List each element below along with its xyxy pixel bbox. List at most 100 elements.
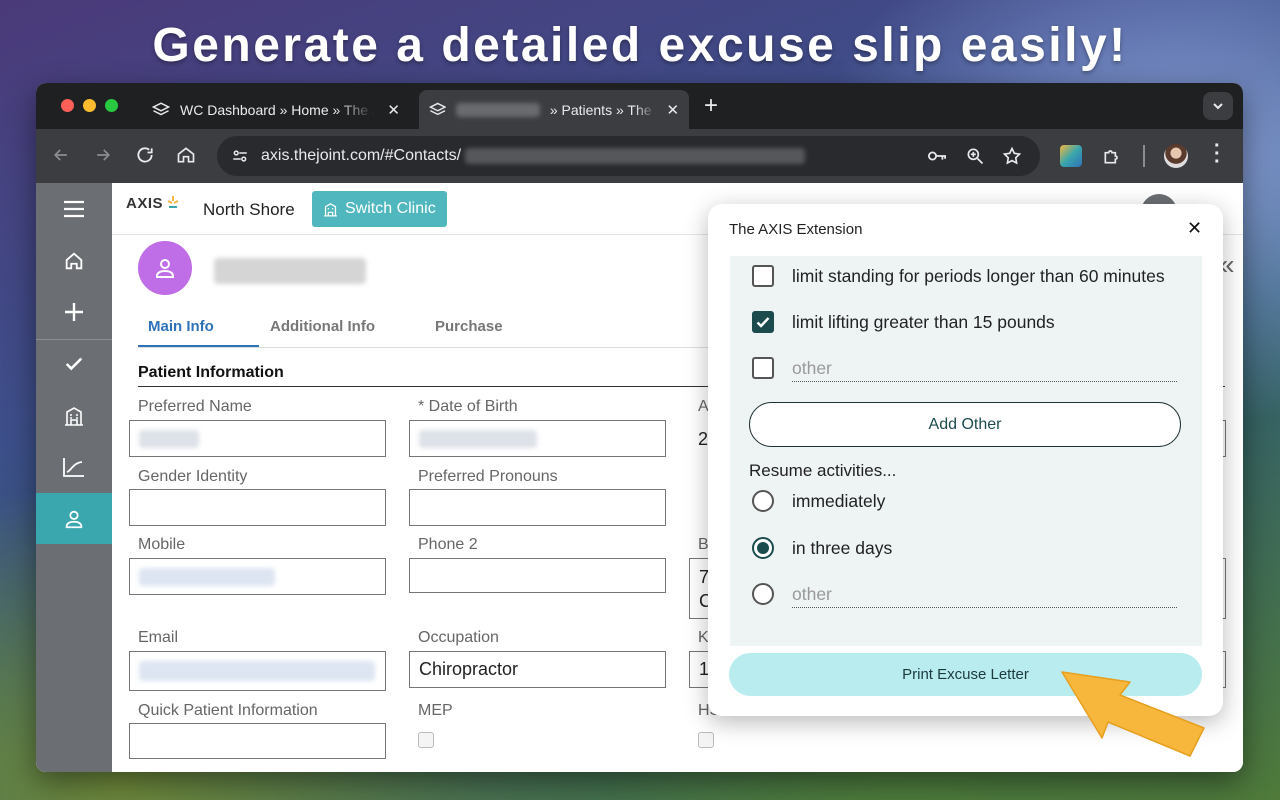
patient-avatar (138, 241, 192, 295)
building-icon[interactable] (36, 390, 112, 441)
extensions-puzzle-icon[interactable] (1102, 146, 1122, 166)
restriction-lifting-label: limit lifting greater than 15 pounds (792, 311, 1055, 332)
resume-other-input[interactable]: other (792, 582, 1177, 608)
tab-title: WC Dashboard » Home » The Joint (180, 101, 375, 118)
add-other-button[interactable]: Add Other (749, 402, 1181, 447)
preferred-name-field[interactable] (129, 420, 386, 457)
phone2-label: Phone 2 (418, 536, 478, 553)
resume-other-radio[interactable] (752, 583, 774, 605)
close-tab-icon[interactable]: ✕ (666, 101, 679, 119)
zoom-icon[interactable] (965, 146, 985, 166)
dob-label: * Date of Birth (418, 398, 518, 415)
axis-extension-icon[interactable] (1060, 145, 1082, 167)
new-tab-button[interactable]: + (704, 92, 718, 120)
mobile-field[interactable] (129, 558, 386, 595)
pronouns-field[interactable] (409, 489, 666, 526)
switch-clinic-label: Switch Clinic (345, 200, 436, 217)
resume-three-days-label: in three days (792, 537, 893, 558)
forward-icon[interactable] (93, 145, 113, 165)
browser-tab-patients[interactable]: » Patients » The Joint ✕ (419, 90, 689, 129)
tab-title: » Patients » The Joint (549, 101, 657, 118)
restriction-standing-label: limit standing for periods longer than 6… (792, 265, 1165, 286)
site-settings-icon[interactable] (231, 147, 249, 165)
quick-info-field[interactable] (129, 723, 386, 759)
layers-icon (429, 102, 447, 115)
address-bar[interactable]: axis.thejoint.com/#Contacts/ (217, 136, 1040, 176)
popup-close-icon[interactable]: ✕ (1187, 218, 1202, 239)
logo-text: AXIS (126, 195, 164, 212)
switch-clinic-button[interactable]: Switch Clinic (312, 191, 447, 227)
occupation-value: Chiropractor (419, 659, 519, 679)
url-text: axis.thejoint.com/#Contacts/ (261, 147, 462, 164)
redacted-url (465, 148, 806, 164)
plus-icon[interactable] (36, 286, 112, 337)
building-icon (324, 202, 337, 217)
preferred-name-label: Preferred Name (138, 398, 252, 415)
user-icon[interactable] (36, 493, 112, 544)
bookmark-star-icon[interactable] (1002, 146, 1022, 166)
resume-three-days-radio[interactable] (752, 537, 774, 559)
side-rail (36, 183, 112, 772)
restriction-lifting-checkbox[interactable] (752, 311, 774, 333)
gender-field[interactable] (129, 489, 386, 526)
pointer-arrow-icon (1061, 671, 1205, 757)
tab-main-info[interactable]: Main Info (148, 318, 214, 335)
age-value: 2 (698, 429, 709, 449)
tab-purchase[interactable]: Purchase (435, 318, 503, 335)
axis-extension-popup: The AXIS Extension ✕ limit standing for … (708, 204, 1223, 716)
logo-mark-icon (167, 196, 179, 208)
restriction-standing[interactable]: limit standing for periods longer than 6… (752, 265, 1165, 287)
email-field[interactable] (129, 651, 386, 691)
check-icon (756, 317, 770, 328)
gender-label: Gender Identity (138, 468, 248, 485)
clinic-name: North Shore (203, 200, 295, 219)
resume-three-days[interactable]: in three days (752, 537, 892, 559)
resume-activities-label: Resume activities... (749, 461, 897, 480)
home-icon[interactable] (176, 145, 196, 165)
minimize-window-button[interactable] (83, 99, 96, 112)
user-icon (156, 259, 174, 278)
layers-icon (152, 101, 170, 115)
mobile-label: Mobile (138, 536, 186, 553)
chevron-down-icon (1213, 103, 1223, 110)
dob-field[interactable] (409, 420, 666, 457)
check-icon[interactable] (36, 338, 112, 389)
email-label: Email (138, 629, 179, 646)
reload-icon[interactable] (135, 145, 155, 165)
tab-additional-info[interactable]: Additional Info (270, 318, 375, 335)
hs-checkbox[interactable] (698, 732, 714, 748)
redacted-text (456, 102, 540, 117)
back-icon[interactable] (51, 145, 71, 165)
toolbar-divider (1143, 145, 1145, 167)
close-tab-icon[interactable]: ✕ (387, 101, 400, 119)
restriction-other-checkbox[interactable] (752, 357, 774, 379)
axis-logo: AXIS (126, 195, 181, 212)
redacted-patient-name (214, 258, 366, 284)
occupation-field[interactable]: Chiropractor (409, 651, 666, 688)
restriction-standing-checkbox[interactable] (752, 265, 774, 287)
restriction-lifting[interactable]: limit lifting greater than 15 pounds (752, 311, 1055, 333)
resume-immediately[interactable]: immediately (752, 490, 885, 512)
mep-checkbox[interactable] (418, 732, 434, 748)
resume-other[interactable] (752, 583, 792, 605)
mep-label: MEP (418, 702, 453, 719)
section-title: Patient Information (138, 364, 284, 381)
tab-search-button[interactable] (1203, 92, 1233, 120)
key-icon[interactable] (926, 147, 948, 165)
headline: Generate a detailed excuse slip easily! (152, 19, 1128, 72)
maximize-window-button[interactable] (105, 99, 118, 112)
pronouns-label: Preferred Pronouns (418, 468, 558, 485)
chart-icon[interactable] (36, 441, 112, 492)
browser-tab-dashboard[interactable]: WC Dashboard » Home » The Joint ✕ (142, 90, 410, 129)
browser-menu-icon[interactable]: · · · (1214, 136, 1221, 172)
phone2-field[interactable] (409, 558, 666, 593)
resume-immediately-radio[interactable] (752, 490, 774, 512)
quick-info-label: Quick Patient Information (138, 702, 318, 719)
home-icon[interactable] (36, 235, 112, 286)
restriction-other-input[interactable]: other (792, 356, 1177, 382)
profile-avatar[interactable] (1164, 144, 1188, 168)
restriction-other[interactable] (752, 357, 792, 379)
menu-icon[interactable] (36, 183, 112, 234)
close-window-button[interactable] (61, 99, 74, 112)
tab-strip: WC Dashboard » Home » The Joint ✕ » Pati… (36, 83, 1243, 129)
